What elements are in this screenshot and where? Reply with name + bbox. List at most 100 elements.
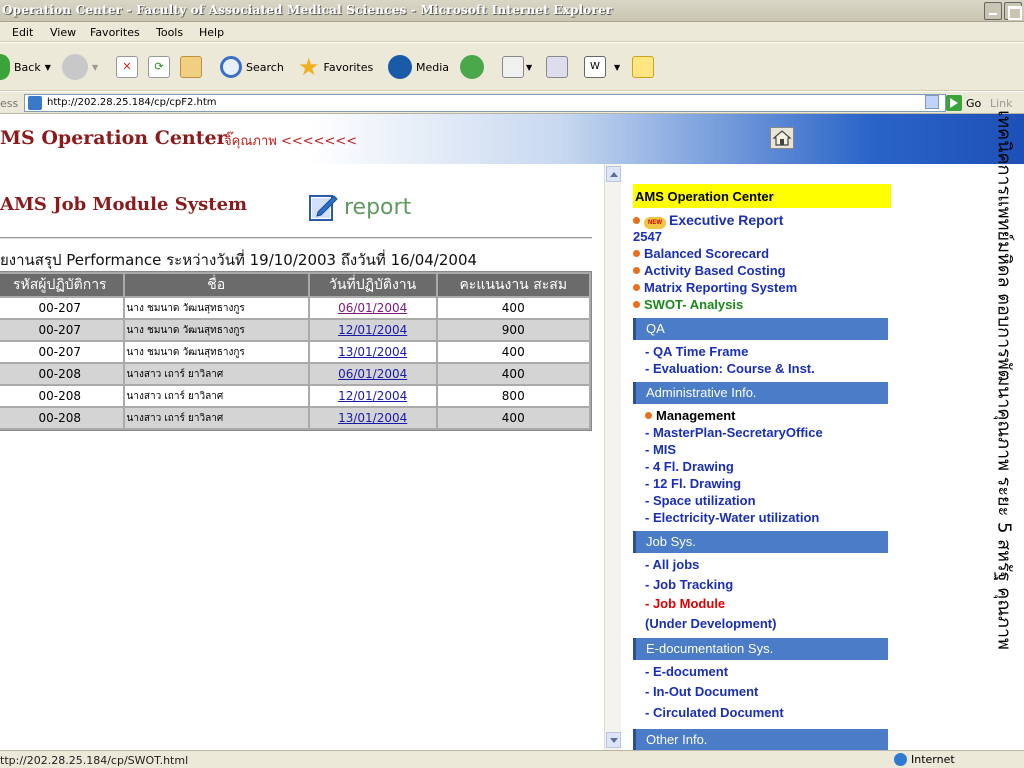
minimize-button[interactable] [984, 2, 1002, 20]
table-row: 00-208 นางสาว เถาร์ ยาวิลาศ 13/01/2004 4… [0, 408, 589, 428]
date-link[interactable]: 12/01/2004 [338, 389, 407, 403]
menu-edit[interactable]: Edit [12, 26, 33, 39]
cell-id: 00-208 [0, 364, 123, 384]
menu-item-space-utilization[interactable]: - Space utilization [633, 493, 891, 510]
executive-report-year[interactable]: 2547 [633, 229, 891, 246]
cell-name: นางสาว เถาร์ ยาวิลาศ [124, 408, 308, 428]
table-row: 00-207 นาง ชมนาด วัฒนสุทธางกูร 12/01/200… [0, 320, 589, 340]
status-text: ttp://202.28.25.184/cp/SWOT.html [0, 754, 189, 767]
search-label: Search [246, 60, 284, 74]
cell-id: 00-207 [0, 320, 123, 340]
menu-item-all-jobs[interactable]: - All jobs [633, 557, 891, 577]
address-bar: ess http://202.28.25.184/cp/cpF2.htm Go … [0, 92, 1024, 114]
menu-item-matrix-reporting[interactable]: Matrix Reporting System [633, 280, 891, 297]
history-icon [460, 55, 484, 79]
report-icon [308, 192, 340, 222]
vertical-text: เทคนิคการแพทย์มหิดล ตอบการพัฒนาคุณภาพ ระ… [993, 110, 1015, 650]
cell-name: นางสาว เถาร์ ยาวิลาศ [124, 386, 308, 406]
maximize-button[interactable] [1004, 2, 1022, 20]
menu-item-balanced-scorecard[interactable]: Balanced Scorecard [633, 246, 891, 263]
stop-icon: ✕ [116, 56, 138, 78]
forward-button[interactable]: ▼ [62, 51, 98, 83]
brand-title: MS Operation Center [0, 127, 227, 149]
table-row: 00-207 นาง ชมนาด วัฒนสุทธางกูร 13/01/200… [0, 342, 589, 362]
menu-tools[interactable]: Tools [156, 26, 183, 39]
scroll-down-arrow-icon[interactable] [606, 732, 621, 748]
menu-item-evaluation[interactable]: - Evaluation: Course & Inst. [633, 361, 891, 378]
menu-item-e-document[interactable]: - E-document [633, 664, 891, 684]
menu-item-activity-based-costing[interactable]: Activity Based Costing [633, 263, 891, 280]
window-titlebar: Operation Center - Faculty of Associated… [0, 0, 1024, 22]
menu-item-4fl-drawing[interactable]: - 4 Fl. Drawing [633, 459, 891, 476]
menu-item-swot[interactable]: SWOT- Analysis [633, 297, 891, 314]
go-arrow-icon[interactable] [946, 95, 962, 111]
scroll-up-arrow-icon[interactable] [606, 166, 621, 182]
date-link[interactable]: 06/01/2004 [338, 301, 407, 315]
address-input[interactable]: http://202.28.25.184/cp/cpF2.htm [24, 94, 946, 112]
frame-scrollbar[interactable] [604, 164, 621, 750]
date-link[interactable]: 13/01/2004 [338, 411, 407, 425]
menu-view[interactable]: View [50, 26, 76, 39]
bullet-icon [633, 301, 640, 308]
print-button[interactable] [546, 51, 568, 83]
address-dropdown-icon[interactable] [925, 95, 939, 109]
history-button[interactable] [460, 51, 484, 83]
cell-date: 12/01/2004 [309, 320, 436, 340]
menu-item-circulated-document[interactable]: - Circulated Document [633, 705, 891, 725]
cell-name: นาง ชมนาด วัฒนสุทธางกูร [124, 342, 308, 362]
home-icon[interactable] [770, 127, 794, 149]
menu-item-12fl-drawing[interactable]: - 12 Fl. Drawing [633, 476, 891, 493]
toolbar: Back ▼ ▼ ✕ ⟳ Search ★ Favorites Media ▼ … [0, 43, 1024, 91]
mail-button[interactable]: ▼ [502, 51, 532, 83]
page-title: AMS Job Module System [0, 194, 248, 215]
messenger-button[interactable] [632, 51, 654, 83]
cell-date: 06/01/2004 [309, 364, 436, 384]
report-link[interactable]: report [308, 192, 411, 222]
menu-item-executive-report[interactable]: NEW Executive Report [633, 212, 891, 229]
media-button[interactable]: Media [388, 51, 449, 83]
go-button[interactable]: Go [966, 97, 981, 110]
date-link[interactable]: 06/01/2004 [338, 367, 407, 381]
edit-button[interactable]: W ▼ [584, 51, 620, 83]
banner-tagline: จิ๊คุณภาพ <<<<<<< [224, 134, 358, 149]
favorites-button[interactable]: ★ Favorites [298, 51, 373, 83]
date-link[interactable]: 12/01/2004 [338, 323, 407, 337]
cell-score: 400 [437, 298, 589, 318]
cell-id: 00-207 [0, 298, 123, 318]
menu-help[interactable]: Help [199, 26, 224, 39]
menu-item-management[interactable]: Management [633, 408, 891, 425]
table-header-row: รหัสผู้ปฏิบัติการ ชื่อ วันที่ปฏิบัติงาน … [0, 274, 589, 296]
section-qa: QA [633, 318, 888, 340]
menu-favorites[interactable]: Favorites [90, 26, 140, 39]
stop-button[interactable]: ✕ [116, 51, 138, 83]
menu-item-job-module[interactable]: - Job Module [633, 596, 891, 616]
main-content: AMS Job Module System report ยงานสรุป Pe… [0, 164, 604, 750]
refresh-icon: ⟳ [148, 56, 170, 78]
search-button[interactable]: Search [220, 51, 284, 83]
bullet-icon [633, 250, 640, 257]
menu-item-masterplan[interactable]: - MasterPlan-SecretaryOffice [633, 425, 891, 442]
back-button[interactable]: Back ▼ [0, 51, 51, 83]
col-operator-id: รหัสผู้ปฏิบัติการ [0, 274, 123, 296]
table-row: 00-208 นางสาว เถาร์ ยาวิลาศ 12/01/2004 8… [0, 386, 589, 406]
new-badge-icon: NEW [644, 217, 666, 229]
media-icon [388, 55, 412, 79]
menu-item-label: SWOT- Analysis [644, 297, 744, 312]
menu-item-job-tracking[interactable]: - Job Tracking [633, 577, 891, 596]
chevron-down-icon: ▼ [614, 62, 621, 72]
menu-item-electricity-water[interactable]: - Electricity-Water utilization [633, 510, 891, 527]
star-icon: ★ [298, 53, 320, 81]
cell-id: 00-208 [0, 408, 123, 428]
bullet-icon [633, 284, 640, 291]
menu-item-in-out-document[interactable]: - In-Out Document [633, 684, 891, 705]
refresh-button[interactable]: ⟳ [148, 51, 170, 83]
date-link[interactable]: 13/01/2004 [338, 345, 407, 359]
search-icon [220, 56, 242, 78]
cell-name: นาง ชมนาด วัฒนสุทธางกูร [124, 320, 308, 340]
cell-date: 13/01/2004 [309, 342, 436, 362]
table-row: 00-207 นาง ชมนาด วัฒนสุทธางกูร 06/01/200… [0, 298, 589, 318]
cell-name: นางสาว เถาร์ ยาวิลาศ [124, 364, 308, 384]
home-button[interactable] [180, 51, 202, 83]
menu-item-mis[interactable]: - MIS [633, 442, 891, 459]
menu-item-qa-time-frame[interactable]: - QA Time Frame [633, 344, 891, 361]
